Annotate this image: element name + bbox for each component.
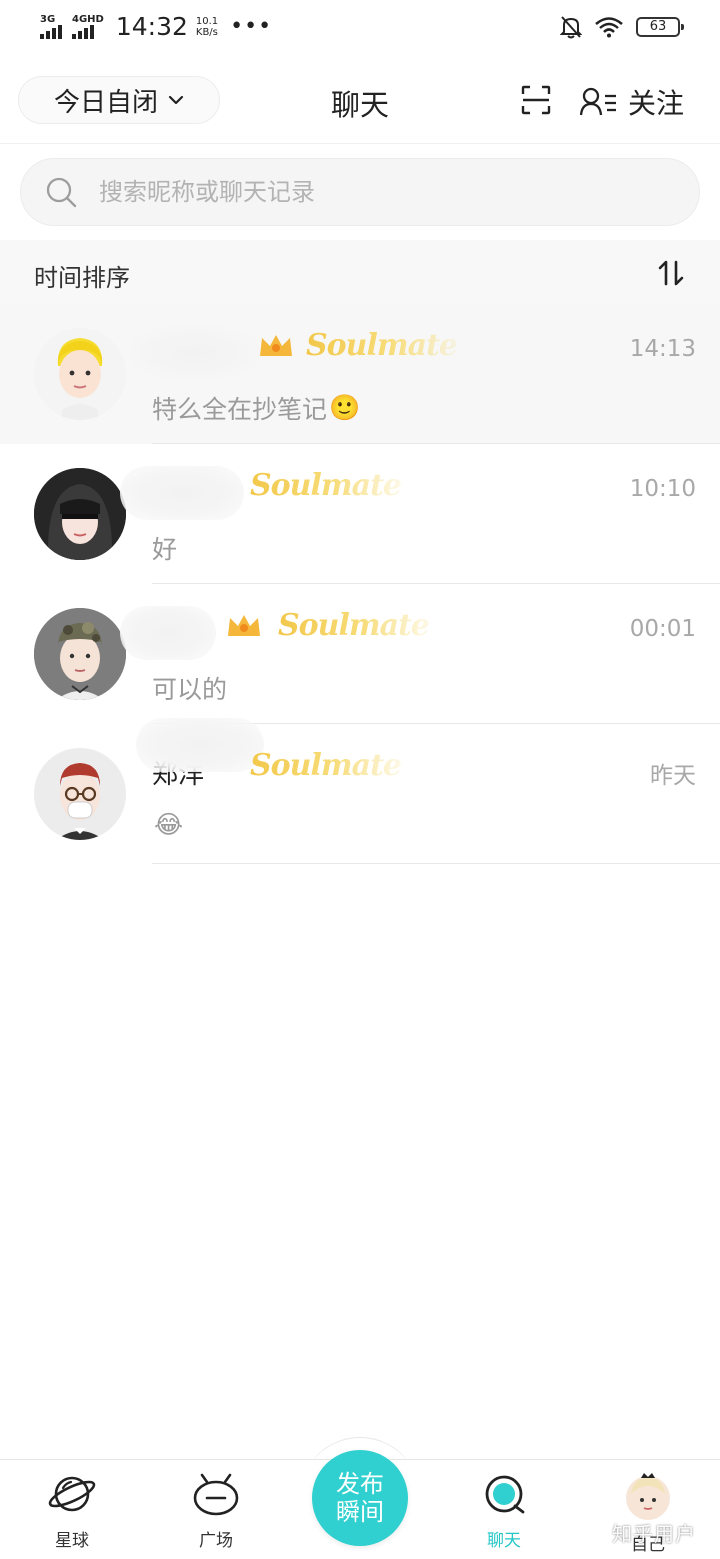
chevron-down-icon xyxy=(168,95,184,105)
preview-text: 特么全在抄笔记 xyxy=(152,395,328,424)
name-blur xyxy=(120,466,244,520)
soulmate-badge: Soulmate xyxy=(250,748,402,783)
scan-icon xyxy=(521,85,551,115)
avatar[interactable] xyxy=(34,748,126,840)
smile-emoji-icon: 🙂 xyxy=(329,393,361,422)
chat-preview: 特么全在抄笔记 🙂 xyxy=(152,390,360,426)
search-input[interactable] xyxy=(99,178,639,206)
name-blur xyxy=(136,718,264,772)
status-left: 3G 4GHD 14:32 10.1 KB/s ••• xyxy=(40,12,272,41)
nav-square[interactable]: 广场 xyxy=(166,1472,266,1551)
chat-preview: 😂 xyxy=(152,810,183,839)
laugh-cry-emoji-icon: 😂 xyxy=(154,810,184,839)
row-divider xyxy=(152,863,720,864)
self-avatar-icon xyxy=(626,1473,670,1520)
publish-label-line2: 瞬间 xyxy=(336,1498,384,1526)
nav-chat-label: 聊天 xyxy=(487,1531,521,1551)
chat-row[interactable]: Soulmate 00:01 可以的 xyxy=(0,584,720,724)
publish-label-line1: 发布 xyxy=(336,1470,384,1498)
preview-text: 可以的 xyxy=(152,675,228,704)
mood-selector[interactable]: 今日自闭 xyxy=(18,76,220,124)
sort-arrows-icon xyxy=(658,260,684,286)
battery-icon: 63 xyxy=(636,17,684,37)
header: 今日自闭 聊天 关注 xyxy=(0,58,720,144)
soulmate-badge: Soulmate xyxy=(306,328,458,363)
network-speed: 10.1 KB/s xyxy=(196,16,218,38)
avatar-blonde-icon xyxy=(34,328,126,420)
avatar-camo-icon xyxy=(34,608,126,700)
scan-button[interactable] xyxy=(520,84,552,116)
avatar-hooded-icon xyxy=(34,468,126,560)
nav-chat[interactable]: 聊天 xyxy=(454,1472,554,1551)
network-label-3g: 3G xyxy=(40,13,56,25)
network-label-4g: 4GHD xyxy=(72,13,104,25)
crown-icon xyxy=(228,615,260,636)
chat-time: 10:10 xyxy=(629,476,696,502)
search-icon xyxy=(46,177,77,208)
watermark: 知乎用户 xyxy=(612,1522,696,1546)
battery-level: 63 xyxy=(649,19,667,34)
search-bar[interactable] xyxy=(20,158,700,226)
chat-row[interactable]: 杨 Soulmate 14:13 特么全在抄笔记 🙂 xyxy=(0,304,720,444)
name-blur xyxy=(130,326,260,380)
chat-row[interactable]: Soulmate 10:10 好 xyxy=(0,444,720,584)
signal-3g-icon: 3G xyxy=(40,13,62,39)
status-time: 14:32 xyxy=(115,12,188,41)
soulmate-badge: Soulmate xyxy=(250,468,402,503)
sort-label: 时间排序 xyxy=(34,264,130,292)
soulmate-badge: Soulmate xyxy=(278,608,430,643)
nav-planet[interactable]: 星球 xyxy=(22,1472,122,1551)
chat-page: 3G 4GHD 14:32 10.1 KB/s ••• 63 今日自闭 聊天 关… xyxy=(0,0,720,1559)
avatar-glasses-icon xyxy=(34,748,126,840)
chat-row[interactable]: 郑洋 Soulmate 昨天 😂 xyxy=(0,718,720,864)
sort-toggle-button[interactable] xyxy=(656,258,686,288)
more-status-icon: ••• xyxy=(230,13,273,39)
follow-button[interactable]: 关注 xyxy=(580,82,684,122)
mood-label: 今日自闭 xyxy=(53,87,158,118)
speed-value: 10.1 xyxy=(195,15,219,27)
chat-time: 14:13 xyxy=(629,336,696,362)
crown-icon xyxy=(260,335,292,356)
follow-label: 关注 xyxy=(628,87,685,120)
status-right: 63 xyxy=(560,15,684,39)
chat-time: 昨天 xyxy=(650,763,696,789)
avatar[interactable] xyxy=(34,328,126,420)
chat-time: 00:01 xyxy=(629,616,696,642)
mute-bell-icon xyxy=(560,16,582,39)
status-bar: 3G 4GHD 14:32 10.1 KB/s ••• 63 xyxy=(0,0,720,58)
avatar[interactable] xyxy=(34,608,126,700)
chat-preview: 可以的 xyxy=(152,670,229,706)
user-list-icon xyxy=(580,87,616,116)
sort-bar: 时间排序 xyxy=(0,240,720,304)
avatar[interactable] xyxy=(34,468,126,560)
chat-bubble-icon xyxy=(485,1475,525,1514)
signal-4g-icon: 4GHD xyxy=(72,13,104,39)
nav-planet-label: 星球 xyxy=(55,1531,89,1551)
chat-list: 杨 Soulmate 14:13 特么全在抄笔记 🙂 xyxy=(0,304,720,864)
wifi-icon xyxy=(595,17,623,38)
planet-icon xyxy=(48,1476,96,1512)
nav-square-label: 广场 xyxy=(199,1531,233,1551)
preview-text: 好 xyxy=(152,535,178,564)
publish-moment-button[interactable]: 发布 瞬间 xyxy=(312,1450,408,1546)
name-blur xyxy=(120,606,216,660)
speed-unit: KB/s xyxy=(195,26,218,38)
chat-preview: 好 xyxy=(152,530,179,566)
square-icon xyxy=(193,1473,239,1516)
